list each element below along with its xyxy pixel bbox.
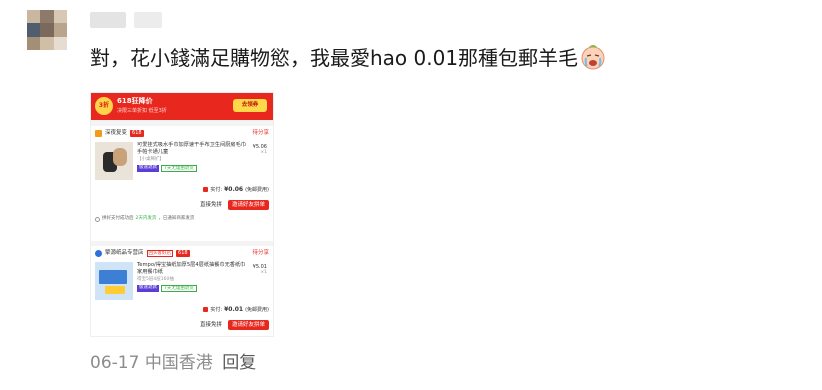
paid-amount: ¥0.01 <box>224 306 244 313</box>
return-policy-chip: 7天无理由退货 <box>161 284 197 293</box>
order-status: 待分享 <box>252 250 269 257</box>
shop-name: 擎源纸品专营店 <box>105 250 144 257</box>
item-title: 可爱挂式吸水手巾加厚速干手布卫生间厨房毛巾手帕卡通儿童 <box>137 142 246 155</box>
invite-friend-button: 邀请好友拼单 <box>227 199 269 211</box>
item-price: ¥5.06 ×1 <box>252 144 267 156</box>
banner-title: 618狂降价 <box>117 97 153 105</box>
shop-icon <box>95 130 102 137</box>
coupon-button: 去领券 <box>233 99 267 112</box>
fast-refund-chip: 极速退款 <box>137 164 159 173</box>
banner-subtitle: 决限三单折扣 低至3折 <box>117 108 167 114</box>
order-card: 深夜复变 618 待分享 可爱挂式吸水手巾加厚速干手布卫生间厨房毛巾手帕卡通儿童… <box>91 126 273 241</box>
clock-icon <box>95 216 100 222</box>
shop-name: 深夜复变 <box>105 130 128 137</box>
invite-friend-button: 邀请好友拼单 <box>227 319 269 331</box>
order-status: 待分享 <box>252 130 269 137</box>
direct-buy-button: 直接免拼 <box>199 201 222 208</box>
comment-meta: 06-17 中国香港 回复 <box>90 348 256 373</box>
paid-icon <box>203 187 209 193</box>
order-screenshot-image[interactable]: 3折 618狂降价 决限三单折扣 低至3折 去领券 深夜复变 618 待分享 可… <box>90 92 274 337</box>
order-card: 擎源纸品专营店 回头客好店 618 待分享 Tempo/得宝抽纸加厚5层4层纸抽… <box>91 246 273 336</box>
reply-button[interactable]: 回复 <box>222 353 256 373</box>
repeat-customer-tag: 回头客好店 <box>146 249 174 258</box>
paid-row: 实付: ¥0.01 (免邮费用) <box>95 306 269 314</box>
shipping-notice: 拼好支付成功后 2天内发货 ，已通知商家发货 <box>95 216 269 222</box>
comment-body: 對，花小錢滿足購物慾，我最愛hao 0.01那種包郵羊毛 <box>90 46 579 70</box>
promo-tag: 618 <box>176 250 190 257</box>
shop-icon <box>95 250 102 257</box>
fast-refund-chip: 极速退款 <box>137 284 159 293</box>
item-price: ¥5.01 ×1 <box>252 264 267 276</box>
item-title: Tempo/得宝抽纸加厚5层4层纸抽餐巾无香纸巾家用餐巾纸 <box>137 262 246 275</box>
discount-badge: 3折 <box>95 97 113 115</box>
item-variant: 得宝5层4层160抽 <box>137 277 174 282</box>
comment-text: 對，花小錢滿足購物慾，我最愛hao 0.01那種包郵羊毛 <box>90 44 790 72</box>
product-thumbnail <box>95 262 133 300</box>
promo-banner: 3折 618狂降价 决限三单折扣 低至3折 去领券 <box>91 93 273 120</box>
promo-tag: 618 <box>130 130 144 137</box>
paid-row: 实付: ¥0.06 (免邮费用) <box>95 186 269 194</box>
username-blurred[interactable] <box>90 12 162 28</box>
paid-amount: ¥0.06 <box>224 186 244 193</box>
paid-icon <box>203 307 209 313</box>
comment-location: 中国香港 <box>144 353 213 373</box>
avatar[interactable] <box>27 10 67 50</box>
comment-date: 06-17 <box>90 353 140 373</box>
crying-face-emoji-icon <box>581 45 605 70</box>
direct-buy-button: 直接免拼 <box>199 321 222 328</box>
return-policy-chip: 7天无理由退货 <box>161 164 197 173</box>
product-thumbnail <box>95 142 133 180</box>
item-variant: 【小桌稀扩】 <box>137 157 164 162</box>
